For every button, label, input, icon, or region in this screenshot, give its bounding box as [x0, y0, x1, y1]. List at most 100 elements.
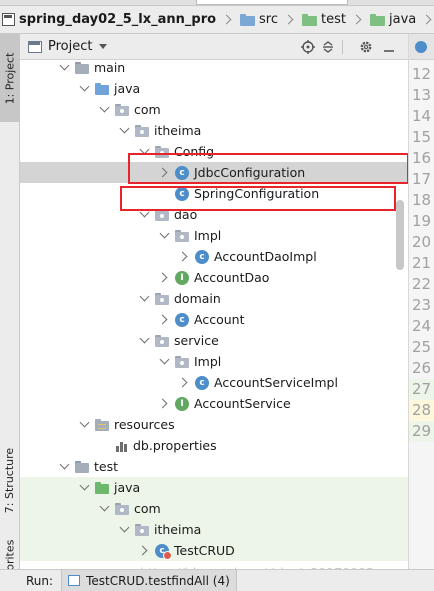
tree-node-label: Impl	[194, 228, 222, 243]
tree-node-itheima[interactable]: itheima	[20, 519, 408, 540]
package-icon	[114, 502, 130, 516]
line-number: 13	[412, 86, 432, 104]
tree-node-label: dao	[174, 207, 198, 222]
breadcrumb-item-java[interactable]: java	[368, 6, 418, 33]
tree-node-testcrud[interactable]: c TestCRUD	[20, 540, 408, 561]
test-folder-icon	[302, 13, 318, 26]
collapse-arrow-icon[interactable]	[137, 544, 151, 558]
expand-arrow-icon[interactable]	[137, 334, 151, 348]
class-icon: c	[175, 186, 189, 201]
tree-node-java[interactable]: java	[20, 477, 408, 498]
tree-node-java[interactable]: java	[20, 78, 408, 99]
test-source-folder-icon	[94, 481, 110, 495]
line-number: 20	[412, 233, 432, 251]
tree-node-label: resources	[114, 417, 175, 432]
properties-file-icon	[115, 439, 129, 453]
breadcrumb-label: test	[321, 12, 346, 27]
line-number: 29	[409, 421, 434, 442]
package-icon	[174, 229, 190, 243]
left-tool-stripe: 1: Project 7: Structure Favorites	[0, 34, 20, 589]
expand-arrow-icon[interactable]	[137, 145, 151, 159]
collapse-arrow-icon[interactable]	[157, 271, 171, 285]
collapse-arrow-icon[interactable]	[157, 313, 171, 327]
tree-node-config[interactable]: Config	[20, 141, 408, 162]
editor-line-gutter: 12 13 14 15 16 17 18 19 20 21 22 23 24 25 26 27 28 29	[408, 34, 434, 569]
expand-arrow-icon[interactable]	[97, 103, 111, 117]
tree-node-label: db.properties	[133, 438, 217, 453]
locate-icon[interactable]	[300, 39, 316, 55]
tree-node-impl[interactable]: Impl	[20, 225, 408, 246]
editor-tab[interactable]	[409, 34, 434, 60]
expand-arrow-icon[interactable]	[97, 502, 111, 516]
tree-node-test[interactable]: test	[20, 456, 408, 477]
expand-arrow-icon[interactable]	[57, 460, 71, 474]
package-icon	[114, 103, 130, 117]
chevron-right-icon	[283, 14, 294, 25]
tree-node-com[interactable]: com	[20, 99, 408, 120]
settings-gear-icon[interactable]	[358, 39, 374, 55]
tree-node-accountdao[interactable]: I AccountDao	[20, 267, 408, 288]
package-icon	[134, 523, 150, 537]
expand-arrow-icon[interactable]	[157, 229, 171, 243]
collapse-arrow-icon[interactable]	[157, 397, 171, 411]
tree-node-jdbcconfiguration[interactable]: c JdbcConfiguration	[20, 162, 408, 183]
expand-arrow-icon[interactable]	[137, 292, 151, 306]
tree-node-accountservice[interactable]: I AccountService	[20, 393, 408, 414]
breadcrumb-item-src[interactable]: src	[238, 6, 280, 33]
line-number: 14	[412, 107, 432, 125]
expand-arrow-icon[interactable]	[77, 82, 91, 96]
source-folder-icon	[94, 82, 110, 96]
tree-node-main[interactable]: main	[20, 60, 408, 78]
collapse-all-icon[interactable]	[320, 39, 336, 55]
project-window-icon	[28, 40, 42, 53]
hide-icon[interactable]	[381, 39, 397, 55]
run-config-tab[interactable]: TestCRUD.testfindAll (4)	[61, 569, 237, 591]
tree-node-resources[interactable]: resources	[20, 414, 408, 435]
expand-arrow-icon[interactable]	[137, 208, 151, 222]
project-tree[interactable]: main java com itheima Config c JdbcConfigurati…	[20, 60, 408, 569]
tree-node-dao[interactable]: dao	[20, 204, 408, 225]
line-number: 28	[409, 400, 434, 421]
expand-arrow-icon[interactable]	[117, 124, 131, 138]
interface-icon: I	[175, 396, 189, 411]
navigation-breadcrumb: spring_day02_5_lx_ann_pro src test java …	[0, 6, 434, 34]
expand-arrow-icon[interactable]	[157, 355, 171, 369]
tree-node-itheima[interactable]: itheima	[20, 120, 408, 141]
collapse-arrow-icon[interactable]	[177, 250, 191, 264]
tool-tab-structure[interactable]: 7: Structure	[0, 434, 20, 526]
run-tab-title: TestCRUD.testfindAll (4)	[86, 573, 230, 588]
tool-tab-label: 1: Project	[3, 52, 17, 104]
tree-node-account[interactable]: c Account	[20, 309, 408, 330]
tree-node-service[interactable]: service	[20, 330, 408, 351]
tree-node-domain[interactable]: domain	[20, 288, 408, 309]
tree-node-label: java	[114, 480, 141, 495]
tree-node-accountdaoimpl[interactable]: c AccountDaoImpl	[20, 246, 408, 267]
breadcrumb-item-project[interactable]: spring_day02_5_lx_ann_pro	[0, 6, 218, 33]
expand-arrow-icon[interactable]	[57, 61, 71, 75]
tree-node-db-properties[interactable]: db.properties	[20, 435, 408, 456]
collapse-arrow-icon[interactable]	[177, 376, 191, 390]
tree-node-label: Impl	[194, 354, 222, 369]
tree-node-label: SpringConfiguration	[194, 186, 320, 201]
tree-node-accountserviceimpl[interactable]: c AccountServiceImpl	[20, 372, 408, 393]
breadcrumb-item-test[interactable]: test	[300, 6, 348, 33]
editor-tab-fragment[interactable]	[196, 0, 348, 5]
folder-icon	[74, 61, 90, 75]
line-number: 19	[412, 212, 432, 230]
expand-arrow-icon[interactable]	[77, 418, 91, 432]
tree-node-springconfiguration[interactable]: c SpringConfiguration	[20, 183, 408, 204]
collapse-arrow-icon[interactable]	[157, 166, 171, 180]
expand-arrow-icon[interactable]	[77, 481, 91, 495]
line-number: 24	[412, 317, 432, 335]
tool-tab-project[interactable]: 1: Project	[0, 34, 20, 122]
project-view-selector[interactable]: Project	[48, 39, 92, 54]
class-icon: c	[175, 165, 189, 180]
class-icon: c	[195, 249, 209, 264]
expand-arrow-icon[interactable]	[117, 523, 131, 537]
tree-scrollbar[interactable]	[396, 200, 404, 270]
tree-node-com[interactable]: com	[20, 498, 408, 519]
tree-node-impl[interactable]: Impl	[20, 351, 408, 372]
tree-node-label: AccountService	[194, 396, 291, 411]
dropdown-arrow-icon[interactable]	[99, 44, 108, 49]
tree-node-label: domain	[174, 291, 221, 306]
